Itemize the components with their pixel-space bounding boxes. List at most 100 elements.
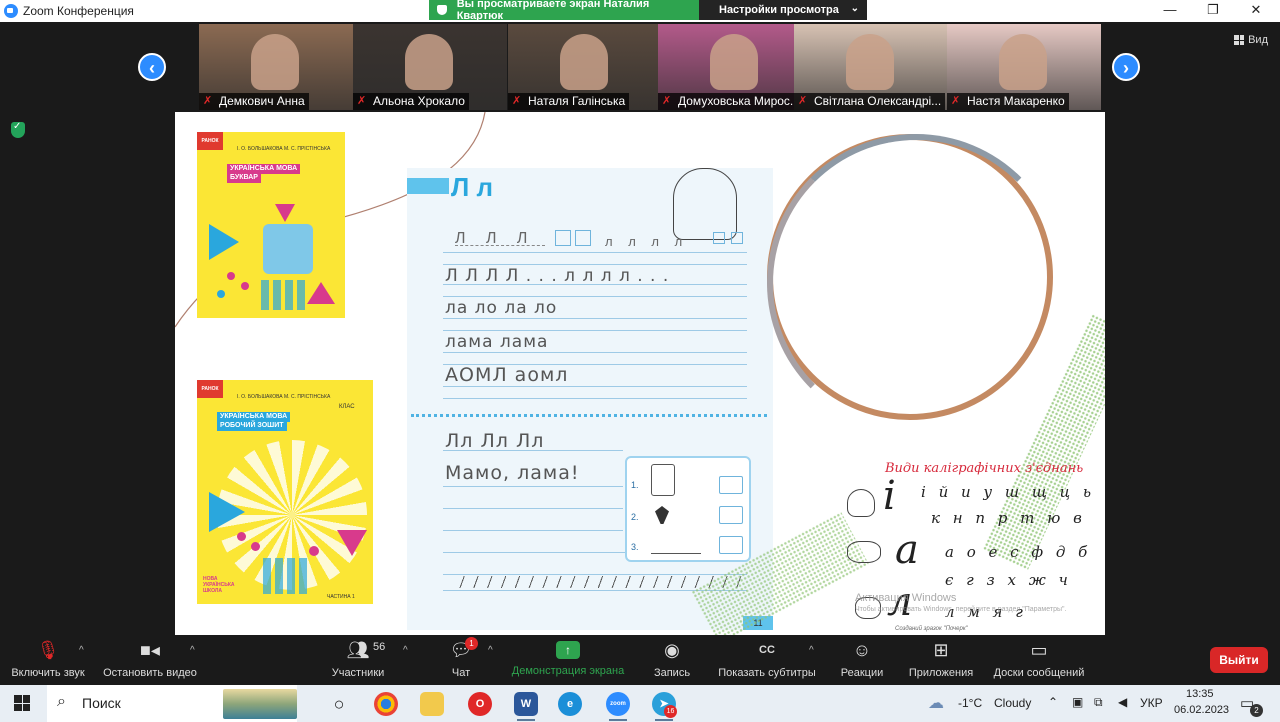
ruled-line (443, 264, 747, 265)
record-button[interactable]: ◉ Запись (648, 639, 696, 679)
chat-options-caret[interactable]: ^ (488, 645, 493, 656)
video-options-caret[interactable]: ^ (190, 645, 195, 656)
captions-options-caret[interactable]: ^ (809, 645, 814, 656)
dotted-separator (411, 414, 767, 417)
writing-line-3: лама лама (445, 332, 549, 352)
book-authors: І. О. БОЛЬШАКОВА М. С. ПРІСТІНСЬКА (237, 394, 331, 400)
volume-icon[interactable]: ◀︎ (1118, 695, 1127, 709)
shared-screen: РАНОК І. О. БОЛЬШАКОВА М. С. ПРІСТІНСЬКА… (175, 112, 1105, 635)
reactions-button[interactable]: ☺ Реакции (836, 639, 888, 679)
task-view-icon[interactable]: ○ (327, 692, 351, 716)
ruled-line (443, 530, 623, 531)
view-button[interactable]: Вид (1234, 34, 1268, 46)
unmute-button[interactable]: 🎙︎ Включить звук (8, 639, 88, 679)
participant-video (999, 34, 1047, 90)
participant-name: Альона Хрокало (353, 93, 469, 110)
participant-video (405, 34, 453, 90)
clock-date[interactable]: 06.02.2023 (1174, 704, 1229, 716)
ruled-line (443, 352, 747, 353)
stop-video-button[interactable]: ■◂ Остановить видео (100, 639, 200, 679)
audio-options-caret[interactable]: ^ (79, 645, 84, 656)
apps-button[interactable]: ⊞ Приложения (902, 639, 980, 679)
word-icon[interactable]: W (514, 692, 538, 716)
letter-box (575, 230, 591, 246)
minimize-button[interactable]: — (1150, 0, 1190, 22)
windows-start-icon[interactable] (14, 695, 30, 711)
writing-line-1: Л Л Л Л . . . л л л л . . . (445, 266, 670, 286)
gallery-next-button[interactable]: › (1112, 53, 1140, 81)
meeting-toolbar: 🎙︎ Включить звук ^ ■◂ Остановить видео ^… (0, 635, 1280, 685)
letter-boxes-row: Л Л Л л л л л (455, 230, 755, 249)
big-letter: а (895, 527, 919, 573)
camera-tray-icon[interactable]: ▣ (1072, 695, 1083, 709)
triangle-shape (337, 530, 367, 556)
dot-shape (309, 546, 319, 556)
zoom-taskbar-icon[interactable]: zoom (606, 692, 630, 716)
leave-meeting-button[interactable]: Выйти (1210, 647, 1268, 673)
language-indicator[interactable]: УКР (1140, 696, 1163, 710)
grid-view-icon (1234, 35, 1245, 45)
ruled-line (443, 398, 747, 399)
workbook-page: Л л Л Л Л л л л л Л Л Л Л . . . л л л л … (407, 168, 773, 630)
participant-tile[interactable]: Світлана Олександрі... ✗ (794, 24, 948, 110)
apps-label: Приложения (908, 667, 974, 679)
clock-time[interactable]: 13:35 (1186, 688, 1214, 700)
weather-temp[interactable]: -1°C (958, 696, 982, 710)
participant-video (251, 34, 299, 90)
blocks-shape (263, 558, 307, 594)
opera-icon[interactable]: O (468, 692, 492, 716)
file-explorer-icon[interactable] (420, 692, 444, 716)
share-screen-button[interactable]: ↑ Демонстрация экрана (506, 639, 630, 677)
participant-tile[interactable]: Наталя Галінська ✗ (508, 24, 662, 110)
bukvar-cover: РАНОК І. О. БОЛЬШАКОВА М. С. ПРІСТІНСЬКА… (197, 132, 345, 318)
dot-shape (251, 542, 260, 551)
network-icon[interactable]: ⧉ (1094, 695, 1103, 710)
letter-box (555, 230, 571, 246)
chevron-down-icon: ⌄ (850, 3, 859, 14)
participant-name: Наталя Галінська (508, 93, 630, 110)
search-highlight-image (223, 689, 297, 719)
connection-row: к н п р т ю в (931, 509, 1086, 527)
unmute-label: Включить звук (11, 667, 85, 679)
captions-button[interactable]: CC Показать субтитры (714, 639, 820, 679)
taskbar-search[interactable]: ⌕ Поиск (47, 685, 297, 722)
stop-video-label: Остановить видео (103, 667, 197, 679)
exercise-number: 3. (631, 542, 639, 552)
participant-tile[interactable]: Настя Макаренко ✗ (947, 24, 1101, 110)
search-placeholder: Поиск (82, 695, 121, 711)
giraffe-illustration (651, 464, 675, 496)
tray-overflow-icon[interactable]: ⌃ (1048, 695, 1058, 709)
encryption-shield-icon[interactable] (11, 121, 25, 138)
weather-text[interactable]: Cloudy (994, 696, 1031, 710)
title-bar: Zoom Конференция Вы просматриваете экран… (0, 0, 1280, 22)
view-settings-button[interactable]: Настройки просмотра ⌄ (699, 0, 867, 20)
cloud-icon[interactable]: ☁ (928, 693, 944, 713)
zoom-logo-icon (4, 4, 18, 18)
ruled-line (443, 284, 747, 285)
whiteboards-button[interactable]: ▭ Доски сообщений (988, 639, 1090, 679)
viewing-indicator: Вы просматриваете экран Наталия Квартюк (429, 0, 699, 22)
maximize-button[interactable]: ❐ (1193, 0, 1233, 22)
muted-microphone-icon: ✗ (951, 95, 961, 107)
chrome-icon[interactable] (374, 692, 398, 716)
ruled-line (443, 386, 747, 387)
active-app-indicator (609, 719, 627, 721)
viewing-text: Вы просматриваете экран Наталия Квартюк (456, 0, 650, 22)
closed-captions-icon: CC (759, 644, 775, 656)
calligraphy-title: Види каліграфічних з'єднань (885, 461, 1084, 476)
participant-tile[interactable]: Альона Хрокало ✗ (353, 24, 507, 110)
close-button[interactable]: ✕ (1236, 0, 1276, 22)
edge-icon[interactable]: e (558, 692, 582, 716)
meeting-area: ‹ › Демкович Анна ✗ Альона Хрокало ✗ Наталя … (0, 22, 1280, 635)
participant-tile[interactable]: Демкович Анна ✗ (199, 24, 353, 110)
gallery-prev-button[interactable]: ‹ (138, 53, 166, 81)
participant-video (846, 34, 894, 90)
ruled-line (443, 574, 747, 575)
whiteboards-label: Доски сообщений (993, 667, 1085, 679)
participants-label: Участники (331, 667, 385, 679)
participant-tile[interactable]: Домуховська Мирос... ✗ (658, 24, 812, 110)
participants-options-caret[interactable]: ^ (403, 645, 408, 656)
chess-piece-illustration (655, 506, 669, 524)
view-label: Вид (1248, 34, 1268, 46)
book-title-line2: РОБОЧИЙ ЗОШИТ (217, 421, 287, 431)
